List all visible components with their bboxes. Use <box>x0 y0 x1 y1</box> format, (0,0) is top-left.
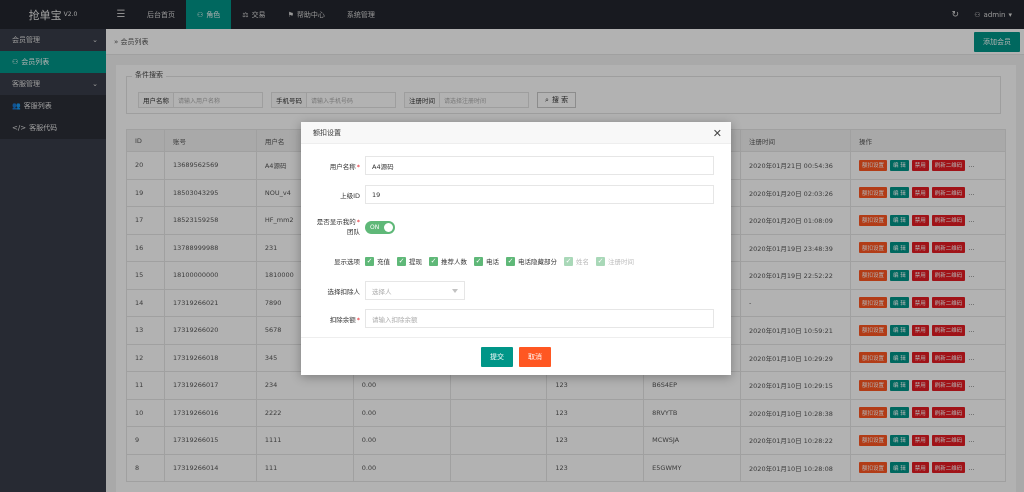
switch-knob <box>384 222 393 232</box>
display-option-label: 推荐人数 <box>441 258 467 266</box>
chevron-down-icon <box>452 288 458 293</box>
deduct-amount-label: 扣除余额* <box>301 314 365 324</box>
deduct-person-placeholder: 选择人 <box>372 287 392 296</box>
switch-text: ON <box>370 223 380 231</box>
username-field[interactable]: A4源码 <box>365 156 714 175</box>
checkmark-icon: ✓ <box>429 256 438 266</box>
display-option-checkbox[interactable]: ✓ 推荐人数 <box>429 256 467 266</box>
display-option-label: 提现 <box>409 258 422 266</box>
checkmark-icon: ✓ <box>397 256 406 266</box>
form-row-display: 显示选项 ✓ 充值 ✓ 提现 ✓ 推荐人数 ✓ 电话 ✓ 电话隐藏部分 ✓ 姓名 ✓ 注册时间 <box>301 256 634 266</box>
username-label: 用户名称* <box>301 161 365 171</box>
checkmark-icon: ✓ <box>596 256 605 266</box>
team-label: 是否显示我的* 团队 <box>301 217 365 237</box>
display-option-label: 充值 <box>377 258 390 266</box>
display-option-checkbox[interactable]: ✓ 提现 <box>397 256 422 266</box>
parent-id-field[interactable]: 19 <box>365 185 714 204</box>
checkmark-icon: ✓ <box>365 256 374 266</box>
display-label: 显示选项 <box>334 258 360 266</box>
team-toggle-switch[interactable]: ON <box>365 220 395 234</box>
checkmark-icon: ✓ <box>506 256 515 266</box>
form-row-parent-id: 上级ID 19 <box>301 185 714 204</box>
display-options: ✓ 充值 ✓ 提现 ✓ 推荐人数 ✓ 电话 ✓ 电话隐藏部分 ✓ 姓名 ✓ 注册时间 <box>365 256 634 266</box>
display-option-checkbox[interactable]: ✓ 姓名 <box>564 256 589 266</box>
required-mark: * <box>356 315 360 324</box>
display-option-checkbox[interactable]: ✓ 电话隐藏部分 <box>506 256 557 266</box>
form-row-deduct-amount: 扣除余额* 请输入扣除余额 <box>301 309 714 328</box>
required-mark: * <box>356 162 360 171</box>
display-option-checkbox[interactable]: ✓ 电话 <box>474 256 499 266</box>
required-mark: * <box>356 218 360 226</box>
form-row-team: 是否显示我的* 团队 ON <box>301 217 395 237</box>
deduct-amount-input[interactable]: 请输入扣除余额 <box>365 309 714 328</box>
modal-footer: 提交 取消 <box>301 337 731 375</box>
close-icon[interactable]: ✕ <box>713 127 722 140</box>
display-option-label: 姓名 <box>576 258 589 266</box>
username-label-text: 用户名称 <box>329 162 356 171</box>
cancel-button[interactable]: 取消 <box>519 346 551 367</box>
team-label-line1: 是否显示我的 <box>316 218 356 226</box>
display-option-label: 电话 <box>486 258 499 266</box>
display-option-label: 电话隐藏部分 <box>518 258 557 266</box>
form-row-deduct-person: 选择扣除人 选择人 <box>301 281 465 300</box>
team-label-line2: 团队 <box>347 228 360 236</box>
display-option-label: 注册时间 <box>608 258 634 266</box>
checkmark-icon: ✓ <box>564 256 573 266</box>
form-row-username: 用户名称* A4源码 <box>301 156 714 175</box>
deduct-person-label: 选择扣除人 <box>327 287 361 296</box>
display-option-checkbox[interactable]: ✓ 充值 <box>365 256 390 266</box>
submit-button[interactable]: 提交 <box>481 346 513 367</box>
deduct-person-select[interactable]: 选择人 <box>365 281 465 300</box>
parent-id-label: 上级ID <box>340 191 360 200</box>
deduct-amount-label-text: 扣除余额 <box>329 315 356 324</box>
display-option-checkbox[interactable]: ✓ 注册时间 <box>596 256 634 266</box>
modal-title: 额扣设置 <box>301 122 731 144</box>
deduct-settings-modal: 额扣设置 ✕ 用户名称* A4源码 上级ID 19 是否显示我的* 团队 ON 显… <box>301 122 731 375</box>
checkmark-icon: ✓ <box>474 256 483 266</box>
